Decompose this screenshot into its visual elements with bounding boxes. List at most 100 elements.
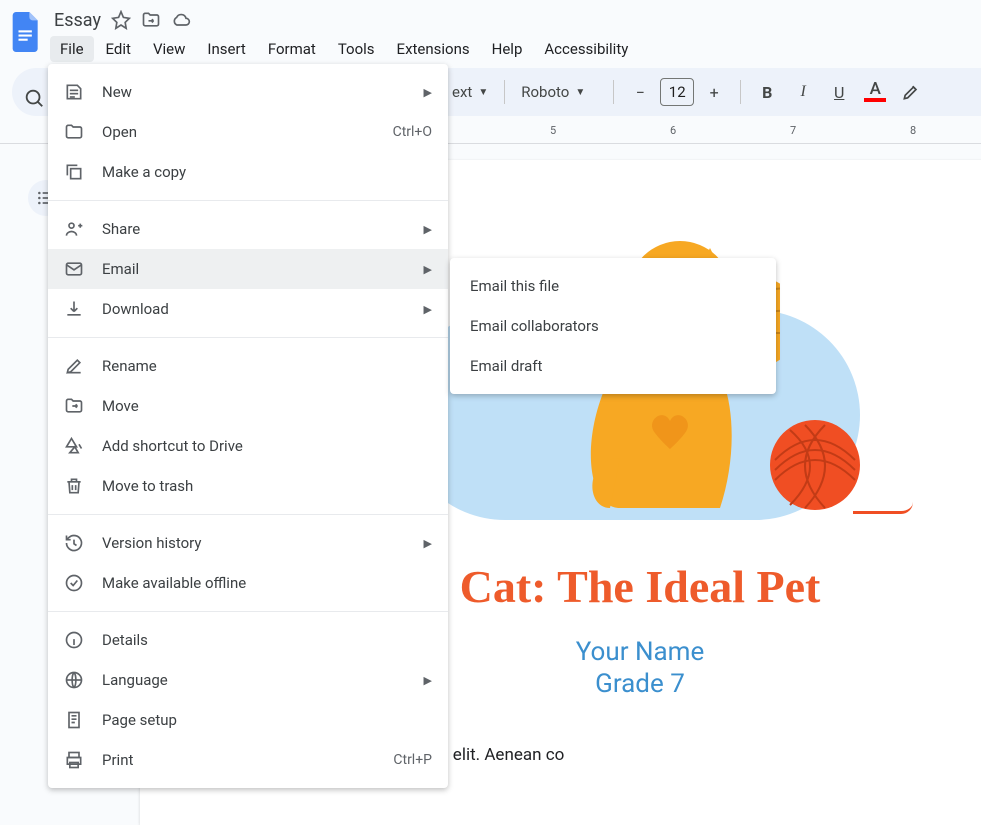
docs-logo[interactable]	[8, 8, 44, 56]
download-icon	[64, 299, 84, 319]
page-icon	[64, 710, 84, 730]
menu-accessibility[interactable]: Accessibility	[534, 36, 638, 62]
menu-item-label: Language	[102, 671, 424, 689]
menu-item-add-shortcut-to-drive[interactable]: Add shortcut to Drive	[48, 426, 448, 466]
menu-item-details[interactable]: Details	[48, 620, 448, 660]
move-folder-icon[interactable]	[141, 10, 161, 30]
font-size-input[interactable]: 12	[660, 78, 694, 106]
menu-file[interactable]: File	[50, 36, 94, 62]
menu-item-page-setup[interactable]: Page setup	[48, 700, 448, 740]
font-name: Roboto	[521, 83, 569, 101]
menu-insert[interactable]: Insert	[197, 36, 255, 62]
underline-button[interactable]: U	[823, 76, 855, 108]
doc-icon	[64, 82, 84, 102]
menu-item-email[interactable]: Email▶	[48, 249, 448, 289]
submenu-arrow-icon: ▶	[424, 303, 432, 316]
menu-separator	[48, 514, 448, 515]
copy-icon	[64, 162, 84, 182]
menu-item-download[interactable]: Download▶	[48, 289, 448, 329]
bold-button[interactable]: B	[751, 76, 783, 108]
menu-format[interactable]: Format	[258, 36, 326, 62]
history-icon	[64, 533, 84, 553]
submenu-email-draft[interactable]: Email draft	[450, 346, 776, 386]
submenu-arrow-icon: ▶	[424, 263, 432, 276]
submenu-arrow-icon: ▶	[424, 86, 432, 99]
menu-item-make-a-copy[interactable]: Make a copy	[48, 152, 448, 192]
menu-item-label: Add shortcut to Drive	[102, 437, 432, 455]
info-icon	[64, 630, 84, 650]
menu-item-version-history[interactable]: Version history▶	[48, 523, 448, 563]
star-icon[interactable]	[111, 10, 131, 30]
ruler-tick: 8	[910, 124, 916, 137]
menu-tools[interactable]: Tools	[328, 36, 385, 62]
menu-separator	[48, 611, 448, 612]
submenu-arrow-icon: ▶	[424, 537, 432, 550]
menu-item-language[interactable]: Language▶	[48, 660, 448, 700]
drive-shortcut-icon	[64, 436, 84, 456]
menu-item-shortcut: Ctrl+O	[393, 124, 432, 140]
menu-item-print[interactable]: PrintCtrl+P	[48, 740, 448, 780]
toolbar-separator	[740, 80, 741, 104]
menu-item-label: Rename	[102, 357, 432, 375]
highlight-button[interactable]	[895, 76, 927, 108]
menu-item-move[interactable]: Move	[48, 386, 448, 426]
font-selector[interactable]: Roboto ▼	[515, 83, 603, 101]
chevron-down-icon: ▼	[575, 87, 585, 98]
menu-item-label: Print	[102, 751, 393, 769]
menu-item-label: Share	[102, 220, 424, 238]
folder-icon	[64, 122, 84, 142]
menu-item-open[interactable]: OpenCtrl+O	[48, 112, 448, 152]
menu-item-label: Version history	[102, 534, 424, 552]
move-icon	[64, 396, 84, 416]
menu-edit[interactable]: Edit	[96, 36, 141, 62]
menu-item-label: Move	[102, 397, 432, 415]
offline-icon	[64, 573, 84, 593]
submenu-arrow-icon: ▶	[424, 223, 432, 236]
globe-icon	[64, 670, 84, 690]
menu-help[interactable]: Help	[482, 36, 533, 62]
menu-item-label: Email	[102, 260, 424, 278]
menu-view[interactable]: View	[143, 36, 195, 62]
menu-separator	[48, 200, 448, 201]
submenu-email-collaborators[interactable]: Email collaborators	[450, 306, 776, 346]
menu-item-make-available-offline[interactable]: Make available offline	[48, 563, 448, 603]
rename-icon	[64, 356, 84, 376]
menu-item-share[interactable]: Share▶	[48, 209, 448, 249]
share-icon	[64, 219, 84, 239]
italic-button[interactable]: I	[787, 76, 819, 108]
menu-item-label: Page setup	[102, 711, 432, 729]
yarn-ball	[770, 420, 860, 510]
menubar: File Edit View Insert Format Tools Exten…	[50, 34, 638, 62]
document-title[interactable]: Essay	[54, 10, 101, 31]
submenu-arrow-icon: ▶	[424, 674, 432, 687]
menu-item-rename[interactable]: Rename	[48, 346, 448, 386]
paragraph-style-selector[interactable]: ext ▼	[446, 83, 494, 101]
menu-item-shortcut: Ctrl+P	[393, 752, 432, 768]
menu-item-label: Move to trash	[102, 477, 432, 495]
ruler-tick: 5	[550, 124, 556, 137]
submenu-email-this-file[interactable]: Email this file	[450, 266, 776, 306]
font-size-decrease-button[interactable]: −	[624, 76, 656, 108]
menu-item-label: Make available offline	[102, 574, 432, 592]
menu-separator	[48, 337, 448, 338]
menu-item-new[interactable]: New▶	[48, 72, 448, 112]
paragraph-style-fragment: ext	[452, 83, 472, 101]
menu-extensions[interactable]: Extensions	[387, 36, 480, 62]
trash-icon	[64, 476, 84, 496]
cloud-status-icon[interactable]	[171, 10, 191, 30]
menu-item-label: Download	[102, 300, 424, 318]
menu-item-move-to-trash[interactable]: Move to trash	[48, 466, 448, 506]
font-size-increase-button[interactable]: +	[698, 76, 730, 108]
menu-item-label: Details	[102, 631, 432, 649]
chevron-down-icon: ▼	[478, 87, 488, 98]
email-submenu: Email this file Email collaborators Emai…	[450, 258, 776, 394]
toolbar-separator	[504, 80, 505, 104]
toolbar-separator	[613, 80, 614, 104]
mail-icon	[64, 259, 84, 279]
yarn-string	[853, 502, 913, 514]
text-color-button[interactable]: A	[859, 76, 891, 108]
ruler-tick: 7	[790, 124, 796, 137]
search-icon[interactable]	[18, 82, 50, 114]
menu-item-label: Open	[102, 123, 393, 141]
print-icon	[64, 750, 84, 770]
